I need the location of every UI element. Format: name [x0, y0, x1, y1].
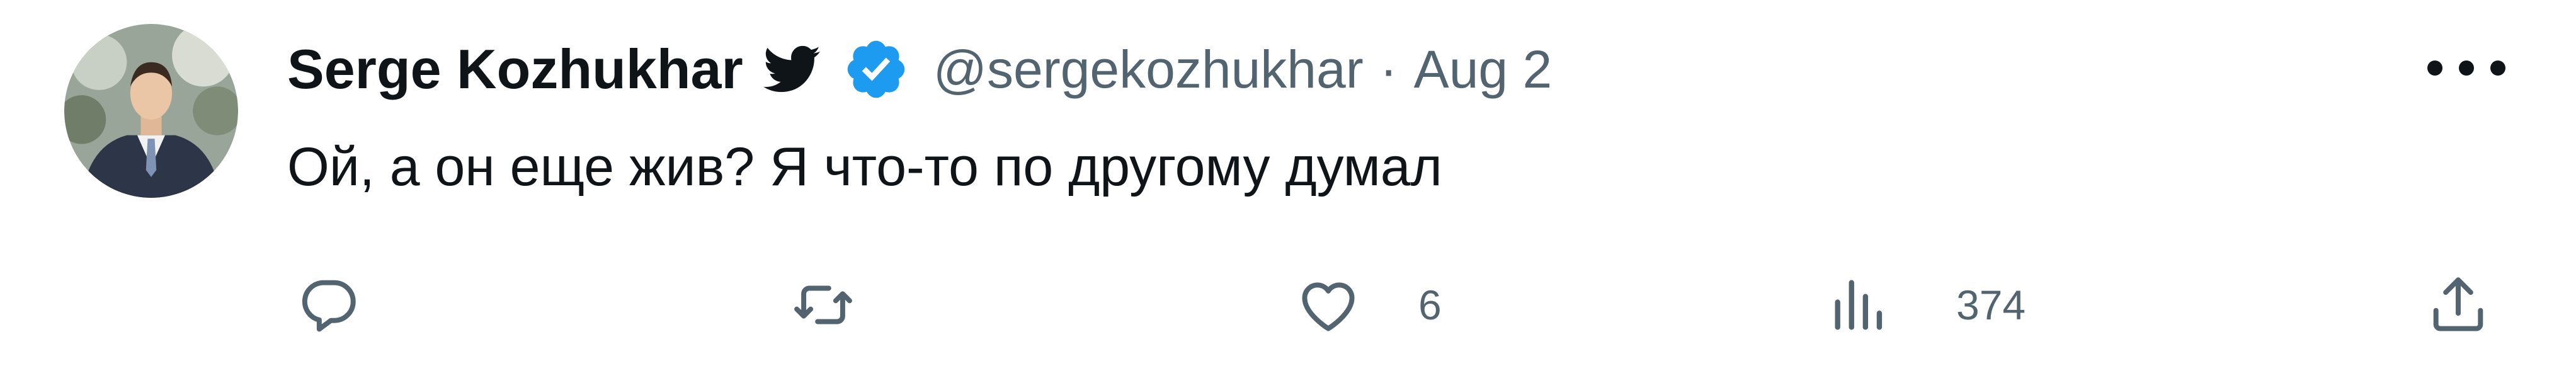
avatar-photo	[64, 24, 238, 198]
twitter-bird-icon	[763, 40, 821, 98]
retweet-icon	[790, 272, 857, 338]
separator-dot: ·	[1379, 39, 1398, 99]
avatar[interactable]	[64, 24, 238, 198]
views-chart-icon	[1827, 272, 1893, 338]
like-count: 6	[1418, 282, 1442, 328]
reply-icon	[295, 272, 362, 338]
views-button[interactable]: 374	[1827, 267, 2026, 343]
verified-badge-icon[interactable]	[843, 36, 909, 103]
tweet[interactable]: Serge Kozhukhar @sergekozhukhar · Aug 2 …	[0, 0, 2576, 378]
views-count: 374	[1956, 282, 2026, 328]
display-name[interactable]: Serge Kozhukhar	[287, 37, 743, 101]
reply-button[interactable]	[295, 267, 362, 343]
retweet-button[interactable]	[790, 267, 857, 343]
tweet-date[interactable]: Aug 2	[1414, 39, 1553, 100]
tweet-text: Ой, а он еще жив? Я что-то по другому ду…	[287, 137, 1442, 197]
like-button[interactable]: 6	[1295, 267, 1442, 343]
more-options-icon[interactable]	[2422, 50, 2510, 86]
heart-icon	[1295, 272, 1362, 338]
tweet-header: Serge Kozhukhar @sergekozhukhar · Aug 2	[287, 25, 1552, 113]
share-button[interactable]	[2425, 267, 2492, 343]
share-icon	[2425, 272, 2492, 338]
handle[interactable]: @sergekozhukhar	[933, 39, 1364, 100]
